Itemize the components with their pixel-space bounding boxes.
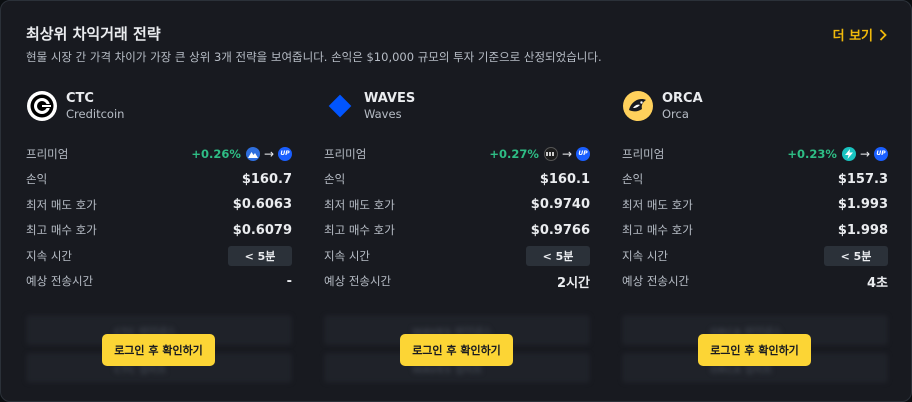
transfer-time-value: 2시간 bbox=[557, 275, 590, 291]
transfer-time-value: - bbox=[286, 273, 292, 289]
coin-name: Waves bbox=[364, 106, 402, 121]
highest-bid-row: 최고 매수 호가 $1.998 bbox=[622, 218, 888, 244]
lowest-ask-value: $0.9740 bbox=[530, 197, 590, 213]
lowest-ask-label: 최저 매도 호가 bbox=[26, 197, 97, 212]
arrow-right-icon: → bbox=[263, 146, 274, 161]
arrow-right-icon: → bbox=[859, 146, 870, 161]
premium-value: +0.27% bbox=[489, 146, 539, 161]
highest-bid-label: 최고 매수 호가 bbox=[324, 223, 395, 238]
upbit-exchange-icon: UP bbox=[576, 146, 590, 161]
pnl-row: 손익 $157.3 bbox=[622, 167, 888, 193]
highest-bid-row: 최고 매수 호가 $0.9766 bbox=[324, 218, 590, 244]
duration-badge: < 5분 bbox=[526, 245, 590, 266]
orca-logo-icon bbox=[622, 90, 654, 122]
duration-row: 지속 시간 < 5분 bbox=[324, 243, 590, 269]
arbitrage-panel: 최상위 차익거래 전략 현물 시장 간 가격 차이가 가장 큰 상위 3개 전략… bbox=[0, 0, 912, 402]
duration-label: 지속 시간 bbox=[324, 248, 370, 263]
pnl-label: 손익 bbox=[622, 172, 644, 187]
transfer-time-row: 예상 전송시간 4초 bbox=[622, 269, 888, 295]
coin-symbol: WAVES bbox=[364, 90, 416, 106]
duration-row: 지속 시간 < 5분 bbox=[622, 243, 888, 269]
strategy-card-ctc: CTC Creditcoin 프리미엄 +0.26% → UP 손익 $160.… bbox=[26, 89, 292, 389]
highest-bid-label: 최고 매수 호가 bbox=[622, 223, 693, 238]
lowest-ask-label: 최저 매도 호가 bbox=[622, 197, 693, 212]
premium-label: 프리미엄 bbox=[26, 146, 69, 161]
premium-value: +0.26% bbox=[191, 146, 241, 161]
mountain-exchange-icon bbox=[245, 146, 260, 161]
duration-label: 지속 시간 bbox=[622, 248, 668, 263]
lowest-ask-label: 최저 매도 호가 bbox=[324, 197, 395, 212]
chevron-right-icon bbox=[879, 28, 887, 41]
highest-bid-value: $0.6079 bbox=[232, 222, 292, 238]
premium-label: 프리미엄 bbox=[622, 146, 665, 161]
pnl-label: 손익 bbox=[26, 172, 48, 187]
highest-bid-row: 최고 매수 호가 $0.6079 bbox=[26, 218, 292, 244]
duration-label: 지속 시간 bbox=[26, 248, 72, 263]
pnl-value: $157.3 bbox=[837, 171, 888, 187]
lowest-ask-value: $1.993 bbox=[837, 197, 888, 213]
login-to-view-button[interactable]: 로그인 후 확인하기 bbox=[698, 334, 811, 366]
duration-badge: < 5분 bbox=[824, 245, 888, 266]
premium-label: 프리미엄 bbox=[324, 146, 367, 161]
transfer-time-label: 예상 전송시간 bbox=[622, 274, 690, 289]
transfer-time-row: 예상 전송시간 - bbox=[26, 269, 292, 295]
pnl-value: $160.1 bbox=[539, 171, 590, 187]
highest-bid-value: $1.998 bbox=[837, 222, 888, 238]
duration-row: 지속 시간 < 5분 bbox=[26, 243, 292, 269]
upbit-exchange-icon: UP bbox=[278, 146, 292, 161]
lightning-exchange-icon bbox=[841, 146, 856, 161]
coin-header: ORCA Orca bbox=[622, 89, 888, 123]
coin-symbol: ORCA bbox=[662, 90, 703, 106]
transfer-time-row: 예상 전송시간 2시간 bbox=[324, 269, 590, 295]
ctc-logo-icon bbox=[26, 90, 58, 122]
coin-name: Orca bbox=[662, 106, 689, 121]
panel-subtitle: 현물 시장 간 가격 차이가 가장 큰 상위 3개 전략을 보여줍니다. 손익은… bbox=[26, 50, 602, 64]
premium-value: +0.23% bbox=[787, 146, 837, 161]
premium-row: 프리미엄 +0.27% → UP bbox=[324, 141, 590, 167]
transfer-time-label: 예상 전송시간 bbox=[324, 274, 392, 289]
arrow-right-icon: → bbox=[561, 146, 572, 161]
highest-bid-label: 최고 매수 호가 bbox=[26, 223, 97, 238]
lowest-ask-row: 최저 매도 호가 $0.6063 bbox=[26, 192, 292, 218]
lowest-ask-row: 최저 매도 호가 $1.993 bbox=[622, 192, 888, 218]
pnl-value: $160.7 bbox=[241, 171, 292, 187]
lowest-ask-value: $0.6063 bbox=[232, 197, 292, 213]
lowest-ask-row: 최저 매도 호가 $0.9740 bbox=[324, 192, 590, 218]
coin-header: CTC Creditcoin bbox=[26, 89, 292, 123]
premium-row: 프리미엄 +0.23% → UP bbox=[622, 141, 888, 167]
panel-title: 최상위 차익거래 전략 bbox=[26, 25, 161, 43]
upbit-exchange-icon: UP bbox=[874, 146, 888, 161]
coin-symbol: CTC bbox=[66, 90, 94, 106]
coin-name: Creditcoin bbox=[66, 106, 125, 121]
more-label: 더 보기 bbox=[832, 29, 873, 44]
transfer-time-label: 예상 전송시간 bbox=[26, 274, 94, 289]
more-link[interactable]: 더 보기 bbox=[833, 25, 887, 44]
strategy-card-waves: WAVES Waves 프리미엄 +0.27% → UP 손익 $160.1 최… bbox=[324, 89, 590, 389]
premium-row: 프리미엄 +0.26% → UP bbox=[26, 141, 292, 167]
waves-logo-icon bbox=[324, 90, 356, 122]
pnl-label: 손익 bbox=[324, 172, 346, 187]
highest-bid-value: $0.9766 bbox=[530, 222, 590, 238]
duration-badge: < 5분 bbox=[228, 245, 292, 266]
pnl-row: 손익 $160.1 bbox=[324, 167, 590, 193]
transfer-time-value: 4초 bbox=[866, 275, 888, 291]
coin-header: WAVES Waves bbox=[324, 89, 590, 123]
login-to-view-button[interactable]: 로그인 후 확인하기 bbox=[400, 334, 513, 366]
generic-exchange-icon bbox=[543, 146, 558, 161]
strategy-card-orca: ORCA Orca 프리미엄 +0.23% → UP 손익 $157.3 최저 … bbox=[622, 89, 888, 389]
pnl-row: 손익 $160.7 bbox=[26, 167, 292, 193]
login-to-view-button[interactable]: 로그인 후 확인하기 bbox=[102, 334, 215, 366]
